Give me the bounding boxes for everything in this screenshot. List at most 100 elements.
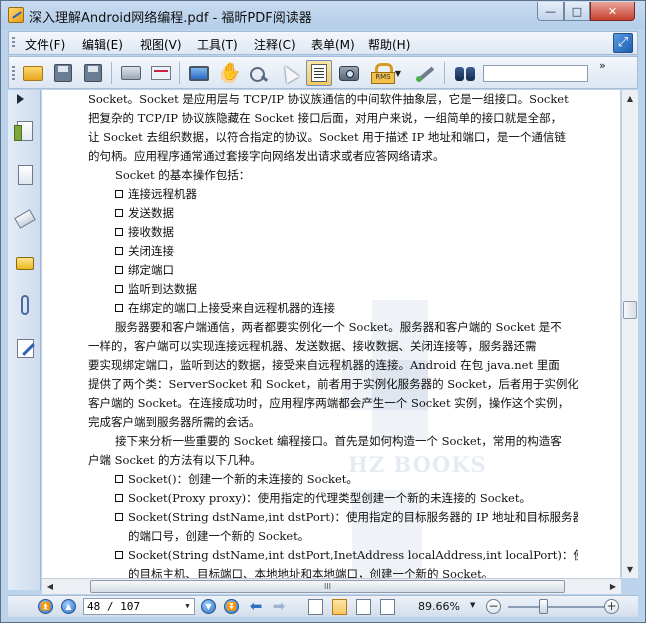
find-input[interactable] [483,65,588,82]
hand-tool-button[interactable] [216,60,242,86]
scroll-down-button[interactable]: ▼ [622,561,638,578]
find-button[interactable] [452,60,478,86]
sidebar-item-signatures[interactable] [13,335,37,361]
status-navigation-bar: ⏫ ▲ 48 / 107 ▼ ▼ ⏬ ⬅ ➡ 89.66% ▼ − + [8,595,638,617]
menu-view[interactable]: 视图(V) [140,36,182,53]
scroll-left-button[interactable]: ◀ [42,579,58,594]
zoom-out-button[interactable]: − [486,599,501,614]
text-line-content: 发送数据 [128,206,174,220]
zoom-in-button[interactable]: + [604,599,619,614]
title-bar[interactable]: 深入理解Android网络编程.pdf - 福昕PDF阅读器 — □ ✕ [1,1,645,29]
sidebar-item-comments[interactable] [13,250,37,276]
binoculars-icon [454,64,476,82]
zoom-select-button[interactable] [246,60,272,86]
scroll-right-button[interactable]: ▶ [605,579,621,594]
horizontal-scrollbar[interactable]: ◀ III ▶ [42,578,621,594]
text-line-content: 客户端的 Socket。在连接成功时，应用程序两端都会产生一个 Socket 实… [88,396,570,410]
fullscreen-icon [189,65,209,81]
previous-page-button[interactable]: ▲ [61,599,76,614]
text-line: 完成客户端到服务器所需的会话。 [88,413,578,432]
rms-icon [371,63,395,84]
checkbox-bullet-icon [115,494,123,502]
app-window: 深入理解Android网络编程.pdf - 福昕PDF阅读器 — □ ✕ 文件(… [0,0,646,623]
open-folder-button[interactable] [20,60,46,86]
checkbox-bullet-icon [115,513,123,521]
hand-tool-icon [220,62,241,83]
select-tool-button[interactable] [276,60,302,86]
continuous-view-button[interactable] [332,599,347,615]
snapshot-button[interactable] [336,60,362,86]
text-line-content: 在绑定的端口上接受来自远程机器的连接 [128,301,335,315]
text-line: 户端 Socket 的方法有以下几种。 [88,451,578,470]
zoom-level[interactable]: 89.66% [418,600,460,613]
checkbox-bullet-icon [115,228,123,236]
toolbar-divider [111,62,112,84]
menu-file[interactable]: 文件(F) [25,36,65,53]
text-line-content: 的目标主机、目标端口、本地地址和本地端口，创建一个新的 Socket。 [128,567,494,578]
menu-form[interactable]: 表单(M) [311,36,355,53]
print-button[interactable] [118,60,144,86]
menu-help[interactable]: 帮助(H) [368,36,410,53]
scan-icon [151,66,171,80]
checkbox-bullet-icon [115,304,123,312]
close-button[interactable]: ✕ [590,2,635,21]
sidebar-item-bookmarks[interactable] [13,162,37,188]
text-line-content: Socket()：创建一个新的未连接的 Socket。 [128,472,358,486]
list-item: 连接远程机器 [88,185,578,204]
minimize-button[interactable]: — [537,2,564,21]
scroll-up-button[interactable]: ▲ [622,90,638,107]
menu-comment[interactable]: 注释(C) [254,36,296,53]
zoom-dropdown-icon[interactable]: ▼ [470,601,475,609]
foxit-app-icon [8,7,24,23]
text-line: Socket。Socket 是应用层与 TCP/IP 协议族通信的中间软件抽象层… [88,90,578,109]
maximize-button[interactable]: □ [564,2,590,21]
text-select-button[interactable] [306,60,332,86]
comments-icon [16,256,34,270]
toolbar-overflow-button[interactable]: » [599,59,606,72]
main-toolbar: ▼ » [8,56,638,89]
text-line-content: 监听到达数据 [128,282,197,296]
single-page-view-button[interactable] [308,599,323,615]
go-back-button[interactable]: ⬅ [247,598,265,615]
sign-button[interactable] [412,60,438,86]
page-number-value: 48 / 107 [87,600,140,613]
continuous-facing-view-button[interactable] [380,599,395,615]
menu-edit[interactable]: 编辑(E) [82,36,123,53]
toolbar-grip-handle[interactable] [12,66,15,80]
menu-grip-handle[interactable] [12,37,15,49]
sidebar-item-pages[interactable] [13,118,37,144]
text-line-content: 一样的，客户端可以实现连接远程机器、发送数据、接收数据、关闭连接等，服务器还需 [88,339,537,353]
first-page-button[interactable]: ⏫ [38,599,53,614]
text-line-content: Socket(String dstName,int dstPort,InetAd… [128,548,578,562]
zoom-slider-thumb[interactable] [539,599,548,614]
save-as-button[interactable] [80,60,106,86]
text-line-content: Socket。Socket 是应用层与 TCP/IP 协议族通信的中间软件抽象层… [88,92,569,106]
horizontal-scroll-thumb[interactable]: III [90,580,565,593]
fullscreen-button[interactable] [186,60,212,86]
save-icon [54,64,72,82]
sidebar-item-attachments[interactable] [13,292,37,318]
document-view[interactable]: HZ BOOKS Socket。Socket 是应用层与 TCP/IP 协议族通… [42,90,620,578]
zoom-slider-track[interactable] [508,606,608,608]
vertical-scrollbar[interactable]: ▲ ▼ [621,90,638,578]
next-page-button[interactable]: ▼ [201,599,216,614]
sidebar-expand-icon[interactable] [17,94,24,104]
page-text-content[interactable]: Socket。Socket 是应用层与 TCP/IP 协议族通信的中间软件抽象层… [88,90,578,578]
menu-tools[interactable]: 工具(T) [197,36,238,53]
list-item: 接收数据 [88,223,578,242]
vertical-scroll-thumb[interactable] [623,301,637,319]
scan-button[interactable] [148,60,174,86]
expand-window-icon[interactable]: ⤢ [613,33,633,53]
rms-dropdown[interactable]: ▼ [392,60,404,86]
menu-bar: 文件(F) 编辑(E) 视图(V) 工具(T) 注释(C) 表单(M) 帮助(H… [8,31,638,55]
save-button[interactable] [50,60,76,86]
last-page-button[interactable]: ⏬ [224,599,239,614]
page-number-field[interactable]: 48 / 107 ▼ [83,598,195,615]
facing-view-button[interactable] [356,599,371,615]
list-item: 关闭连接 [88,242,578,261]
text-line-content: Socket(Proxy proxy)：使用指定的代理类型创建一个新的未连接的 … [128,491,531,505]
text-line: Socket 的基本操作包括： [88,166,578,185]
sidebar-item-layers[interactable] [13,206,37,232]
chevron-down-icon[interactable]: ▼ [181,599,194,614]
go-forward-button[interactable]: ➡ [270,598,288,615]
